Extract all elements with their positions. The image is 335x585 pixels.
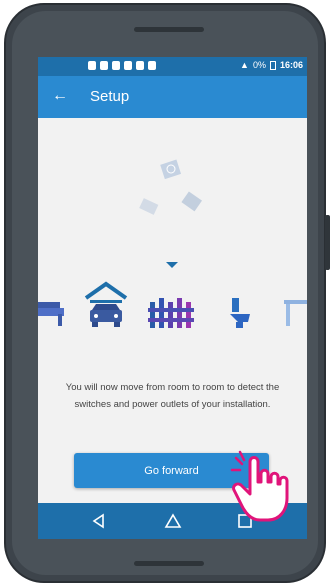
notification-icon (148, 61, 156, 70)
desk-icon (284, 300, 307, 326)
fence-icon (148, 298, 194, 328)
selector-arrow-icon (166, 262, 178, 268)
phone-side-button (325, 215, 330, 270)
phone-speaker-top (134, 27, 204, 32)
room-illustration (38, 159, 307, 328)
instruction-text: You will now move from room to room to d… (65, 382, 280, 410)
app-bar: ← Setup (38, 76, 307, 118)
notification-icon (100, 61, 108, 70)
notification-icon (124, 61, 132, 70)
nav-home-icon[interactable] (164, 512, 182, 530)
status-bar: ▲ 0% 16:06 (38, 57, 307, 76)
toilet-icon (230, 298, 250, 328)
signal-icon: ▲ (240, 60, 249, 70)
notification-icon (112, 61, 120, 70)
battery-percent: 0% (252, 60, 266, 70)
page-title: Setup (90, 88, 130, 105)
notification-icons (88, 61, 156, 70)
phone-speaker-bottom (134, 561, 204, 566)
nav-back-icon[interactable] (90, 512, 108, 530)
clock: 16:06 (279, 60, 303, 70)
floating-tiles-icon (139, 159, 202, 215)
tap-hand-icon (230, 450, 289, 522)
battery-icon (269, 60, 276, 70)
notification-icon (136, 61, 144, 70)
bed-icon (38, 302, 64, 326)
garage-car-icon (84, 281, 128, 327)
status-right: ▲ 0% 16:06 (240, 60, 303, 70)
notification-icon (88, 61, 96, 70)
back-arrow-icon[interactable]: ← (52, 86, 68, 106)
